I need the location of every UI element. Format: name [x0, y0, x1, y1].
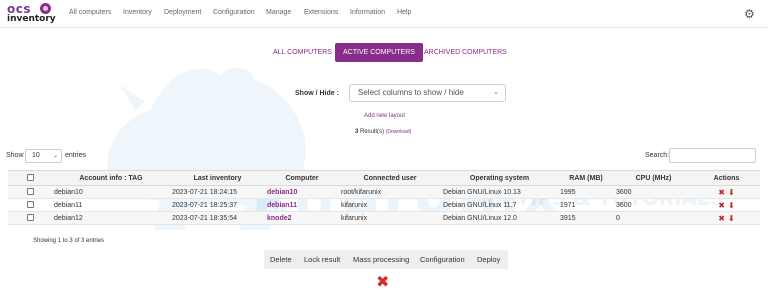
cell-ram: 3915 — [558, 211, 614, 225]
show-hide-label: Show / Hide : — [295, 90, 339, 97]
nav-help[interactable]: Help — [397, 9, 411, 16]
logo-badge-icon — [40, 3, 51, 14]
mass-action-bar: Delete Lock result Mass processing Confi… — [264, 250, 508, 269]
delete-icon[interactable]: ✖ — [718, 188, 725, 197]
cell-cpu: 0 — [614, 211, 693, 225]
chevron-down-icon: ⌄ — [52, 153, 58, 159]
delete-icon[interactable]: ✖ — [718, 201, 725, 210]
search-label: Search: — [645, 152, 670, 159]
download-icon[interactable]: ⬇ — [728, 188, 735, 197]
configuration-button[interactable]: Configuration — [420, 250, 465, 269]
col-cpu[interactable]: CPU (MHz) — [614, 170, 693, 186]
cell-computer: debian10 — [265, 185, 339, 199]
results-summary: 3 Result(s) (Download) — [355, 129, 411, 135]
cell-cpu: 3600 — [614, 198, 693, 212]
cell-last-inventory: 2023-07-21 18:35:54 — [170, 211, 265, 225]
col-connected-user[interactable]: Connected user — [339, 170, 441, 186]
cell-ram: 1995 — [558, 185, 614, 199]
tab-archived-computers[interactable]: ARCHIVED COMPUTERS — [416, 43, 515, 62]
gear-icon[interactable]: ⚙ — [744, 8, 756, 20]
row-checkbox[interactable] — [26, 188, 34, 196]
lock-result-button[interactable]: Lock result — [304, 250, 340, 269]
top-navbar: ocs inventory All computers Inventory De… — [0, 0, 768, 28]
cell-ram: 1971 — [558, 198, 614, 212]
row-checkbox[interactable] — [26, 201, 34, 209]
table-row: debian12 2023-07-21 18:35:54 knode2 kifa… — [8, 211, 760, 225]
close-icon[interactable]: ✖ — [376, 275, 389, 291]
cell-os: Debian GNU/Linux 12.0 — [441, 211, 558, 225]
col-last-inventory[interactable]: Last inventory — [170, 170, 265, 186]
row-select-cell — [8, 198, 52, 212]
delete-button[interactable]: Delete — [270, 250, 292, 269]
select-all-checkbox[interactable] — [26, 174, 34, 182]
col-account-tag[interactable]: Account info : TAG — [52, 170, 170, 186]
cell-user: root/kifarunix — [339, 185, 441, 199]
logo-bottom-text: inventory — [7, 14, 56, 24]
chevron-down-icon: ⌄ — [493, 89, 499, 96]
col-ram[interactable]: RAM (MB) — [558, 170, 614, 186]
add-layout-link[interactable]: Add new layout — [364, 113, 405, 119]
cell-tag: debian10 — [52, 185, 170, 199]
computer-link[interactable]: debian11 — [267, 202, 297, 209]
tab-all-computers[interactable]: ALL COMPUTERS — [265, 43, 340, 62]
row-checkbox[interactable] — [26, 214, 34, 222]
column-select-placeholder: Select columns to show / hide — [358, 88, 464, 97]
col-actions: Actions — [693, 170, 760, 186]
table-row: debian10 2023-07-21 18:24:15 debian10 ro… — [8, 185, 760, 199]
table-info: Showing 1 to 3 of 3 entries — [33, 238, 105, 244]
cell-user: kifarunix — [339, 211, 441, 225]
cell-computer: knode2 — [265, 211, 339, 225]
table-row: debian11 2023-07-21 18:25:37 debian11 ki… — [8, 198, 760, 212]
deploy-button[interactable]: Deploy — [477, 250, 500, 269]
nav-extensions[interactable]: Extensions — [304, 9, 338, 16]
delete-icon[interactable]: ✖ — [718, 214, 725, 223]
cell-last-inventory: 2023-07-21 18:25:37 — [170, 198, 265, 212]
download-icon[interactable]: ⬇ — [728, 201, 735, 210]
cell-os: Debian GNU/Linux 11.7 — [441, 198, 558, 212]
cell-os: Debian GNU/Linux 10.13 — [441, 185, 558, 199]
results-count: 3 — [355, 129, 359, 135]
computers-table: Account info : TAG Last inventory Comput… — [8, 170, 760, 225]
computer-link[interactable]: debian10 — [267, 189, 297, 196]
nav-inventory[interactable]: Inventory — [123, 9, 152, 16]
cell-actions: ✖ ⬇ — [693, 211, 760, 225]
tab-active-computers[interactable]: ACTIVE COMPUTERS — [335, 43, 423, 62]
table-header-row: Account info : TAG Last inventory Comput… — [8, 170, 760, 186]
download-icon[interactable]: ⬇ — [728, 214, 735, 223]
col-computer[interactable]: Computer — [265, 170, 339, 186]
select-all-header — [8, 170, 52, 186]
cell-user: kifarunix — [339, 198, 441, 212]
cell-actions: ✖ ⬇ — [693, 185, 760, 199]
ocs-inventory-logo[interactable]: ocs inventory — [7, 2, 59, 25]
entries-select[interactable]: 10 ⌄ — [25, 149, 62, 163]
cell-tag: debian11 — [52, 198, 170, 212]
cell-last-inventory: 2023-07-21 18:24:15 — [170, 185, 265, 199]
nav-all-computers[interactable]: All computers — [69, 9, 111, 16]
row-select-cell — [8, 185, 52, 199]
cell-actions: ✖ ⬇ — [693, 198, 760, 212]
download-link[interactable]: (Download) — [386, 129, 412, 135]
column-select[interactable]: Select columns to show / hide ⌄ — [349, 84, 506, 102]
nav-manage[interactable]: Manage — [266, 9, 291, 16]
nav-deployment[interactable]: Deployment — [164, 9, 201, 16]
nav-configuration[interactable]: Configuration — [213, 9, 255, 16]
cell-cpu: 3600 — [614, 185, 693, 199]
search-input[interactable] — [669, 148, 756, 163]
show-entries-label: Show — [6, 152, 24, 159]
entries-value: 10 — [32, 152, 40, 159]
cell-computer: debian11 — [265, 198, 339, 212]
nav-information[interactable]: Information — [350, 9, 385, 16]
col-operating-system[interactable]: Operating system — [441, 170, 558, 186]
cell-tag: debian12 — [52, 211, 170, 225]
computer-link[interactable]: knode2 — [267, 215, 292, 222]
results-label: Result(s) — [360, 129, 385, 135]
row-select-cell — [8, 211, 52, 225]
page: kifarunix NIX TIPS & TUTORIALS ocs inven… — [0, 0, 768, 297]
mass-processing-button[interactable]: Mass processing — [353, 250, 409, 269]
entries-after-label: entries — [65, 152, 87, 159]
